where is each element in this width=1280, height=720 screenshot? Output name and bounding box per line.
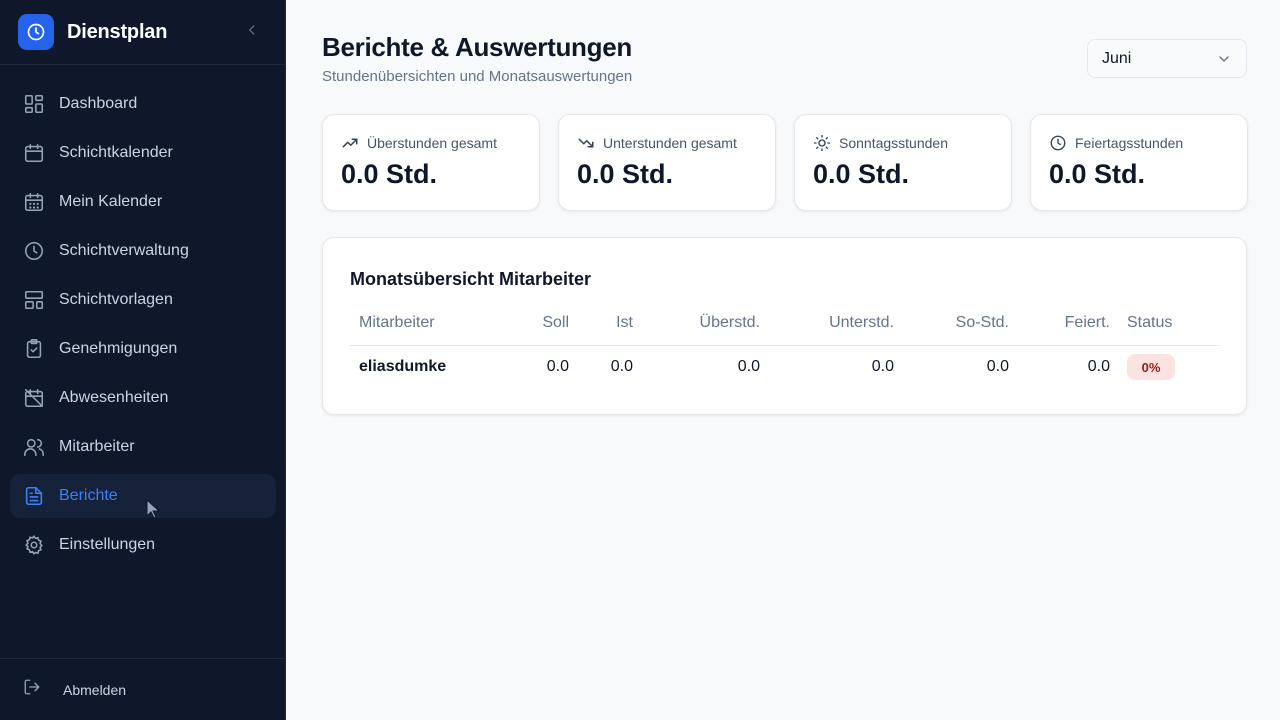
logout-icon [23,678,41,701]
sidebar-item-label: Schichtverwaltung [59,242,189,259]
stat-value: 0.0 Std. [341,159,438,189]
cell-ueberstd: 0.0 [737,358,760,375]
trending-up-icon [342,138,358,148]
cell-so-std: 0.0 [986,358,1009,375]
column-header-so-std: So-Std. [955,314,1009,331]
calendar-icon [23,142,45,164]
clock-icon [1050,135,1066,151]
mouse-pointer-icon [146,498,161,519]
column-header-ist: Ist [616,314,633,331]
column-header-status: Status [1127,314,1173,331]
clock-icon [23,240,45,262]
file-text-icon [23,485,45,507]
sidebar-item-label: Genehmigungen [59,340,178,357]
users-icon [23,436,45,458]
monthly-overview-panel: Monatsübersicht Mitarbeiter Mitarbeiter … [322,237,1247,415]
cell-ist: 0.0 [610,358,633,375]
sidebar-item-label: Schichtvorlagen [59,291,173,308]
cell-unterstd: 0.0 [871,358,894,375]
stat-value: 0.0 Std. [577,159,674,189]
sidebar-item-einstellungen[interactable]: Einstellungen [10,523,276,567]
sidebar-nav: Dashboard Schichtkalender Mein Kalender … [10,82,276,572]
trending-down-icon [578,138,594,148]
sidebar-item-label: Abwesenheiten [59,389,169,406]
stat-label: Unterstunden gesamt [603,135,737,151]
layout-grid-icon [23,93,45,115]
calendar-days-icon [23,191,45,213]
collapse-sidebar-button[interactable] [242,20,262,40]
table-divider [350,345,1220,346]
brand-header: Dienstplan [0,0,285,65]
cell-mitarbeiter: eliasdumke [359,358,447,375]
column-header-soll: Soll [542,314,569,331]
sidebar-item-genehmigungen[interactable]: Genehmigungen [10,327,276,371]
month-select[interactable]: Juni [1087,39,1247,78]
sun-icon [813,134,831,152]
stat-value: 0.0 Std. [813,159,910,189]
status-badge: 0% [1127,354,1175,380]
column-header-unterstd: Unterstd. [829,314,894,331]
gear-icon [23,534,45,556]
stat-label: Überstunden gesamt [367,135,497,151]
app-title: Dienstplan [67,20,168,43]
logout-label: Abmelden [63,681,127,698]
month-select-value: Juni [1102,49,1132,67]
sidebar-item-label: Dashboard [59,95,138,112]
stat-card-sonntagsstunden: Sonntagsstunden 0.0 Std. [794,114,1012,211]
sidebar-item-abwesenheiten[interactable]: Abwesenheiten [10,376,276,420]
clipboard-check-icon [23,338,45,360]
panel-title: Monatsübersicht Mitarbeiter [350,269,592,289]
sidebar-item-label: Berichte [59,487,118,504]
sidebar-item-mitarbeiter[interactable]: Mitarbeiter [10,425,276,469]
calendar-off-icon [23,387,45,409]
clock-icon [18,14,54,50]
sidebar-item-label: Mitarbeiter [59,438,135,455]
sidebar-item-dashboard[interactable]: Dashboard [10,82,276,126]
logout-button[interactable]: Abmelden [0,658,286,720]
cell-feiert: 0.0 [1087,358,1110,375]
sidebar-item-label: Mein Kalender [59,193,163,210]
chevron-down-icon [1219,56,1229,62]
column-header-mitarbeiter: Mitarbeiter [359,314,435,331]
stat-card-feiertagsstunden: Feiertagsstunden 0.0 Std. [1030,114,1248,211]
column-header-feiert: Feiert. [1064,314,1110,331]
stat-value: 0.0 Std. [1049,159,1146,189]
sidebar-item-label: Einstellungen [59,536,156,553]
sidebar-item-berichte[interactable]: Berichte [10,474,276,518]
sidebar: Dienstplan Dashboard Schichtkalender Mei… [0,0,286,720]
page-subtitle: Stundenübersichten und Monatsauswertunge… [322,68,633,85]
stat-card-ueberstunden: Überstunden gesamt 0.0 Std. [322,114,540,211]
stat-card-unterstunden: Unterstunden gesamt 0.0 Std. [558,114,776,211]
sidebar-item-schichtkalender[interactable]: Schichtkalender [10,131,276,175]
layout-template-icon [23,289,45,311]
sidebar-item-mein-kalender[interactable]: Mein Kalender [10,180,276,224]
sidebar-item-schichtvorlagen[interactable]: Schichtvorlagen [10,278,276,322]
cell-soll: 0.0 [546,358,569,375]
page-title: Berichte & Auswertungen [322,32,632,62]
sidebar-item-schichtverwaltung[interactable]: Schichtverwaltung [10,229,276,273]
stat-label: Feiertagsstunden [1075,135,1184,151]
stat-label: Sonntagsstunden [839,135,948,151]
sidebar-item-label: Schichtkalender [59,144,173,161]
column-header-ueberstd: Überstd. [699,314,760,331]
chevron-left-icon [248,25,255,35]
